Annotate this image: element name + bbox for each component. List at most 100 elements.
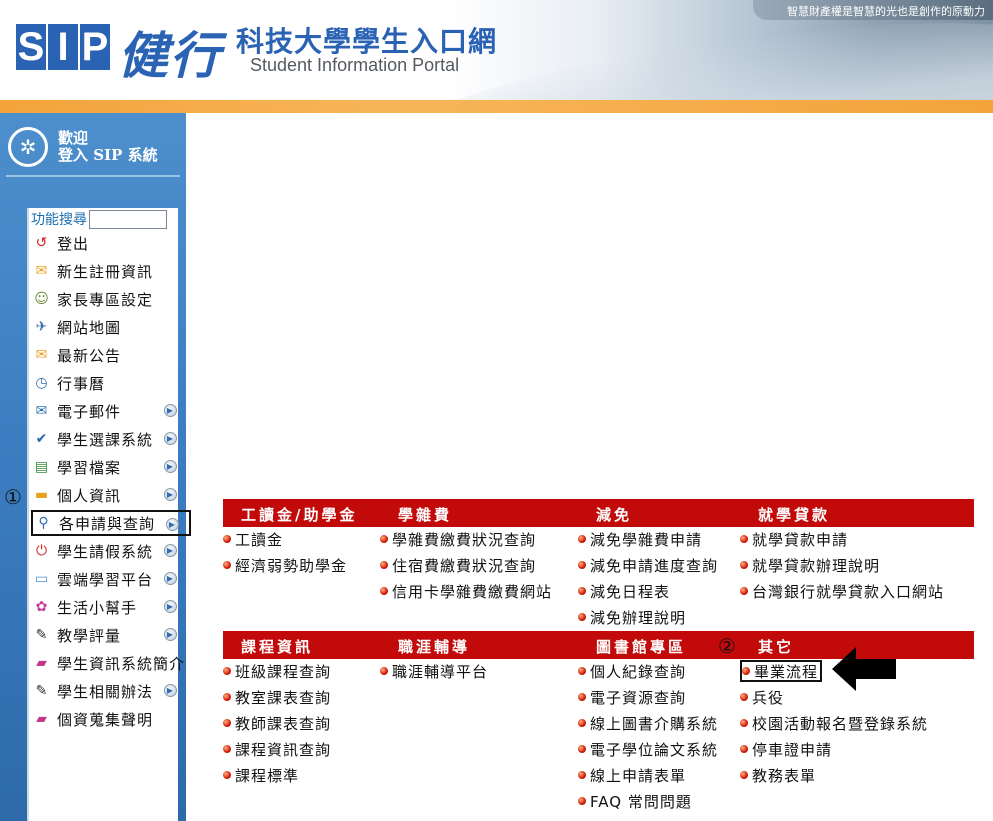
leave-icon: ⏻ (35, 543, 49, 559)
rules-icon: ✎ (35, 683, 49, 699)
sidebar-item[interactable]: ✉ 最新公告 (31, 342, 191, 368)
menu-link[interactable]: 經濟弱勢助學金 (223, 554, 347, 576)
menu-link-label: 信用卡學雜費繳費網站 (392, 582, 553, 601)
header-banner: 智慧財產權是智慧的光也是創作的原動力 S I P 健行 科技大學學生入口網 St… (0, 0, 993, 113)
sidebar-item[interactable]: ⏻ 學生請假系統 ▶ (31, 538, 191, 564)
expand-arrow-icon[interactable]: ▶ (164, 572, 177, 585)
sidebar-item[interactable]: ⚲ 各申請與查詢 ▶ (31, 510, 191, 536)
section-header: 工讀金/助學金 學雜費 減免 就學貸款 (223, 499, 974, 527)
slogan-text: 智慧財產權是智慧的光也是創作的原動力 (787, 5, 985, 18)
menu-link[interactable]: 台灣銀行就學貸款入口網站 (740, 580, 944, 602)
bullet-icon (223, 667, 231, 675)
menu-link[interactable]: 減免學雜費申請 (578, 528, 702, 550)
menu-link[interactable]: 電子學位論文系統 (578, 738, 718, 760)
sidebar-item-label: 生活小幫手 (57, 598, 138, 617)
sidebar-item[interactable]: ✉ 電子郵件 ▶ (31, 398, 191, 424)
menu-link-label: 減免學雜費申請 (590, 530, 703, 549)
expand-arrow-icon[interactable]: ▶ (164, 432, 177, 445)
bullet-icon (742, 667, 750, 675)
section-title: 職涯輔導 (398, 638, 471, 656)
expand-arrow-icon[interactable]: ▶ (164, 404, 177, 417)
sidebar-item[interactable]: ✎ 學生相關辦法 ▶ (31, 678, 191, 704)
bullet-icon (223, 535, 231, 543)
sidebar-item[interactable]: ▰ 個資蒐集聲明 (31, 706, 191, 732)
expand-arrow-icon[interactable]: ▶ (164, 460, 177, 473)
bullet-icon (740, 771, 748, 779)
sidebar-item[interactable]: ✈ 網站地圖 (31, 314, 191, 340)
menu-link[interactable]: 電子資源查詢 (578, 686, 686, 708)
menu-link[interactable]: 工讀金 (223, 528, 283, 550)
sidebar-item-label: 各申請與查詢 (59, 514, 156, 533)
menu-link-label: 線上申請表單 (590, 766, 687, 785)
menu-link-label: 電子學位論文系統 (590, 740, 719, 759)
sidebar-item[interactable]: ▭ 雲端學習平台 ▶ (31, 566, 191, 592)
menu-link[interactable]: 兵役 (740, 686, 784, 708)
expand-arrow-icon[interactable]: ▶ (164, 544, 177, 557)
menu-link[interactable]: 住宿費繳費狀況查詢 (380, 554, 536, 576)
section-title: 圖書館專區 (596, 638, 687, 656)
welcome-block: ✲ 歡迎 登入 SIP 系統 (8, 127, 158, 167)
menu-link[interactable]: 就學貸款申請 (740, 528, 848, 550)
sidebar: ✲ 歡迎 登入 SIP 系統 功能搜尋 ↺ 登出 ✉ 新生註冊資訊 ☺ 家長專區設定 ✈ 網站… (0, 113, 191, 821)
expand-arrow-icon[interactable]: ▶ (164, 684, 177, 697)
sidebar-item[interactable]: ▰ 學生資訊系統簡介 (31, 650, 191, 676)
sidebar-item[interactable]: ◷ 行事曆 (31, 370, 191, 396)
menu-link[interactable]: 班級課程查詢 (223, 660, 331, 682)
menu-link-label: 學雜費繳費狀況查詢 (392, 530, 537, 549)
menu-link[interactable]: 課程資訊查詢 (223, 738, 331, 760)
menu-link[interactable]: 減免辦理說明 (578, 606, 686, 628)
sidebar-item[interactable]: ✉ 新生註冊資訊 (31, 258, 191, 284)
site-subtitle: Student Information Portal (250, 55, 460, 75)
expand-arrow-icon[interactable]: ▶ (164, 628, 177, 641)
menu-link[interactable]: 學雜費繳費狀況查詢 (380, 528, 536, 550)
sidebar-item[interactable]: ✔ 學生選課系統 ▶ (31, 426, 191, 452)
sidebar-item[interactable]: ▬ 個人資訊 ▶ (31, 482, 191, 508)
sidebar-item-label: 新生註冊資訊 (57, 262, 154, 281)
bullet-icon (380, 535, 388, 543)
sidebar-menu: 功能搜尋 ↺ 登出 ✉ 新生註冊資訊 ☺ 家長專區設定 ✈ 網站地圖 ✉ 最新公告 ◷ 行事曆 ✉ 電子郵… (27, 208, 191, 821)
menu-link[interactable]: 教務表單 (740, 764, 816, 786)
evaluation-icon: ✎ (35, 627, 49, 643)
sidebar-item[interactable]: ▤ 學習檔案 ▶ (31, 454, 191, 480)
sidebar-item[interactable]: ✿ 生活小幫手 ▶ (31, 594, 191, 620)
expand-arrow-icon[interactable]: ▶ (164, 600, 177, 613)
function-search: 功能搜尋 (31, 208, 167, 230)
bullet-icon (578, 535, 586, 543)
sidebar-item[interactable]: ✎ 教學評量 ▶ (31, 622, 191, 648)
menu-link[interactable]: 課程標準 (223, 764, 299, 786)
sidebar-item-label: 學生相關辦法 (57, 682, 154, 701)
menu-link[interactable]: 校園活動報名暨登錄系統 (740, 712, 928, 734)
menu-link[interactable]: 教室課表查詢 (223, 686, 331, 708)
sidebar-item-label: 教學評量 (57, 626, 122, 645)
menu-link[interactable]: 信用卡學雜費繳費網站 (380, 580, 552, 602)
menu-link[interactable]: 線上圖書介購系統 (578, 712, 718, 734)
sidebar-item-label: 學生選課系統 (57, 430, 154, 449)
menu-link-label: 就學貸款辦理說明 (752, 556, 881, 575)
school-emblem-icon: ✲ (8, 127, 48, 167)
search-label: 功能搜尋 (31, 212, 87, 228)
sidebar-item[interactable]: ↺ 登出 (31, 230, 191, 256)
menu-link[interactable]: 個人紀錄查詢 (578, 660, 686, 682)
menu-link-label: 班級課程查詢 (235, 662, 332, 681)
menu-link-label: 工讀金 (235, 530, 284, 549)
menu-link[interactable]: 停車證申請 (740, 738, 832, 760)
bullet-icon (740, 693, 748, 701)
menu-link[interactable]: 線上申請表單 (578, 764, 686, 786)
bullet-icon (223, 693, 231, 701)
sidebar-item-label: 學生請假系統 (57, 542, 154, 561)
menu-link[interactable]: 減免申請進度查詢 (578, 554, 718, 576)
sidebar-item[interactable]: ☺ 家長專區設定 (31, 286, 191, 312)
search-input[interactable] (89, 209, 167, 229)
expand-arrow-icon[interactable]: ▶ (164, 488, 177, 501)
sidebar-item-label: 個人資訊 (57, 486, 122, 505)
menu-link[interactable]: 職涯輔導平台 (380, 660, 488, 682)
menu-link[interactable]: FAQ 常問問題 (578, 790, 692, 812)
menu-link-label: FAQ 常問問題 (590, 792, 692, 811)
expand-arrow-icon[interactable]: ▶ (166, 518, 179, 531)
bullet-icon (740, 535, 748, 543)
menu-link[interactable]: 減免日程表 (578, 580, 670, 602)
logo-letter: P (80, 24, 110, 70)
menu-link[interactable]: 就學貸款辦理說明 (740, 554, 880, 576)
menu-link[interactable]: 教師課表查詢 (223, 712, 331, 734)
menu-link[interactable]: 畢業流程 (740, 660, 823, 682)
